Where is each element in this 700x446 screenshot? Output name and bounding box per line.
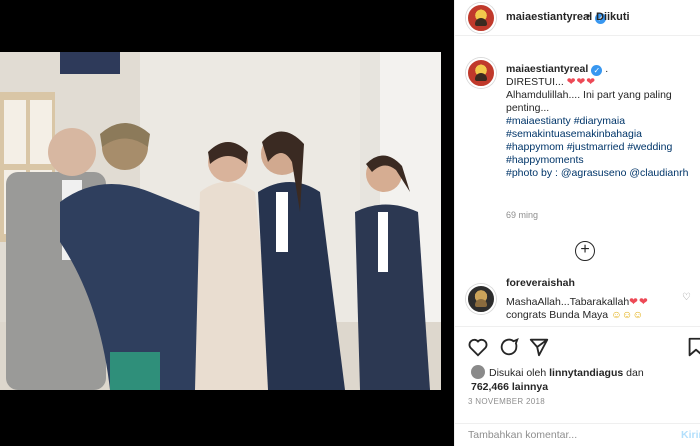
caption-suffix: . xyxy=(605,63,609,75)
likes-user[interactable]: linnytandiagus xyxy=(549,367,623,379)
comments-list[interactable]: maiaestiantyreal ✓ . DIRESTUI... ❤❤❤ Alha… xyxy=(455,37,700,326)
likes-summary: Disukai oleh linnytandiagus dan 762,466 … xyxy=(471,365,700,394)
caption-timestamp: 69 ming xyxy=(506,210,539,220)
likes-connector: dan xyxy=(626,367,644,379)
add-comment-bar: Tambahkan komentar... Kirim xyxy=(455,423,700,446)
comment-like-heart-icon[interactable]: ♡ xyxy=(682,292,691,303)
comment-username[interactable]: foreveraishah xyxy=(506,277,575,289)
caption-line2: Alhamdulillah.... Ini part yang paling p… xyxy=(506,89,672,114)
header-username-text[interactable]: maiaestiantyreal xyxy=(506,11,592,23)
header-username[interactable]: maiaestiantyreal ✓ xyxy=(506,11,607,24)
post-header: maiaestiantyreal ✓ • Diikuti xyxy=(455,0,700,36)
comment-text-line1: MashaAllah...Tabarakallah xyxy=(506,296,630,308)
post-photo[interactable] xyxy=(0,52,441,390)
post-side-panel: maiaestiantyreal ✓ • Diikuti maiaestianty… xyxy=(454,0,700,446)
plus-circle-icon[interactable]: + xyxy=(575,241,595,261)
verified-icon: ✓ xyxy=(591,65,603,76)
following-button[interactable]: Diikuti xyxy=(596,11,630,23)
likes-prefix: Disukai oleh xyxy=(489,367,547,379)
comment-input[interactable]: Tambahkan komentar... xyxy=(468,429,577,441)
caption-line1: DIRESTUI... xyxy=(506,76,564,88)
likes-suffix[interactable]: lainnya xyxy=(512,381,548,393)
comment-text-line2: congrats Bunda Maya xyxy=(506,309,609,321)
media-viewer xyxy=(0,0,454,446)
header-avatar[interactable] xyxy=(466,3,496,33)
wedding-photo-illustration xyxy=(0,52,441,390)
caption-photo-credit[interactable]: #photo by : @agrasuseno @claudianrh xyxy=(506,167,688,179)
caption-hashtags[interactable]: #maiaestianty #diarymaia #semakintuasema… xyxy=(506,115,672,166)
liker-avatar[interactable] xyxy=(471,365,485,379)
share-icon[interactable] xyxy=(528,336,550,358)
post-date: 3 NOVEMBER 2018 xyxy=(468,397,545,406)
comment-icon[interactable] xyxy=(498,336,520,358)
comment-hearts: ❤❤ xyxy=(629,296,649,308)
bookmark-icon[interactable] xyxy=(685,336,700,358)
caption-username[interactable]: maiaestiantyreal xyxy=(506,63,588,75)
header-separator: • xyxy=(586,9,591,23)
comment-avatar[interactable] xyxy=(466,284,496,314)
caption-hearts: ❤❤❤ xyxy=(566,76,597,88)
caption-avatar[interactable] xyxy=(466,58,496,88)
post-comment-button[interactable]: Kirim xyxy=(681,429,700,441)
comment-emojis: ☺☺☺ xyxy=(611,309,644,321)
likes-count[interactable]: 762,466 xyxy=(471,381,509,393)
comment-text: MashaAllah...Tabarakallah❤❤ congrats Bun… xyxy=(506,296,676,322)
post-actions: Disukai oleh linnytandiagus dan 762,466 … xyxy=(455,326,700,446)
caption: maiaestiantyreal ✓ . DIRESTUI... ❤❤❤ Alha… xyxy=(506,63,692,180)
heart-icon[interactable] xyxy=(467,336,489,358)
